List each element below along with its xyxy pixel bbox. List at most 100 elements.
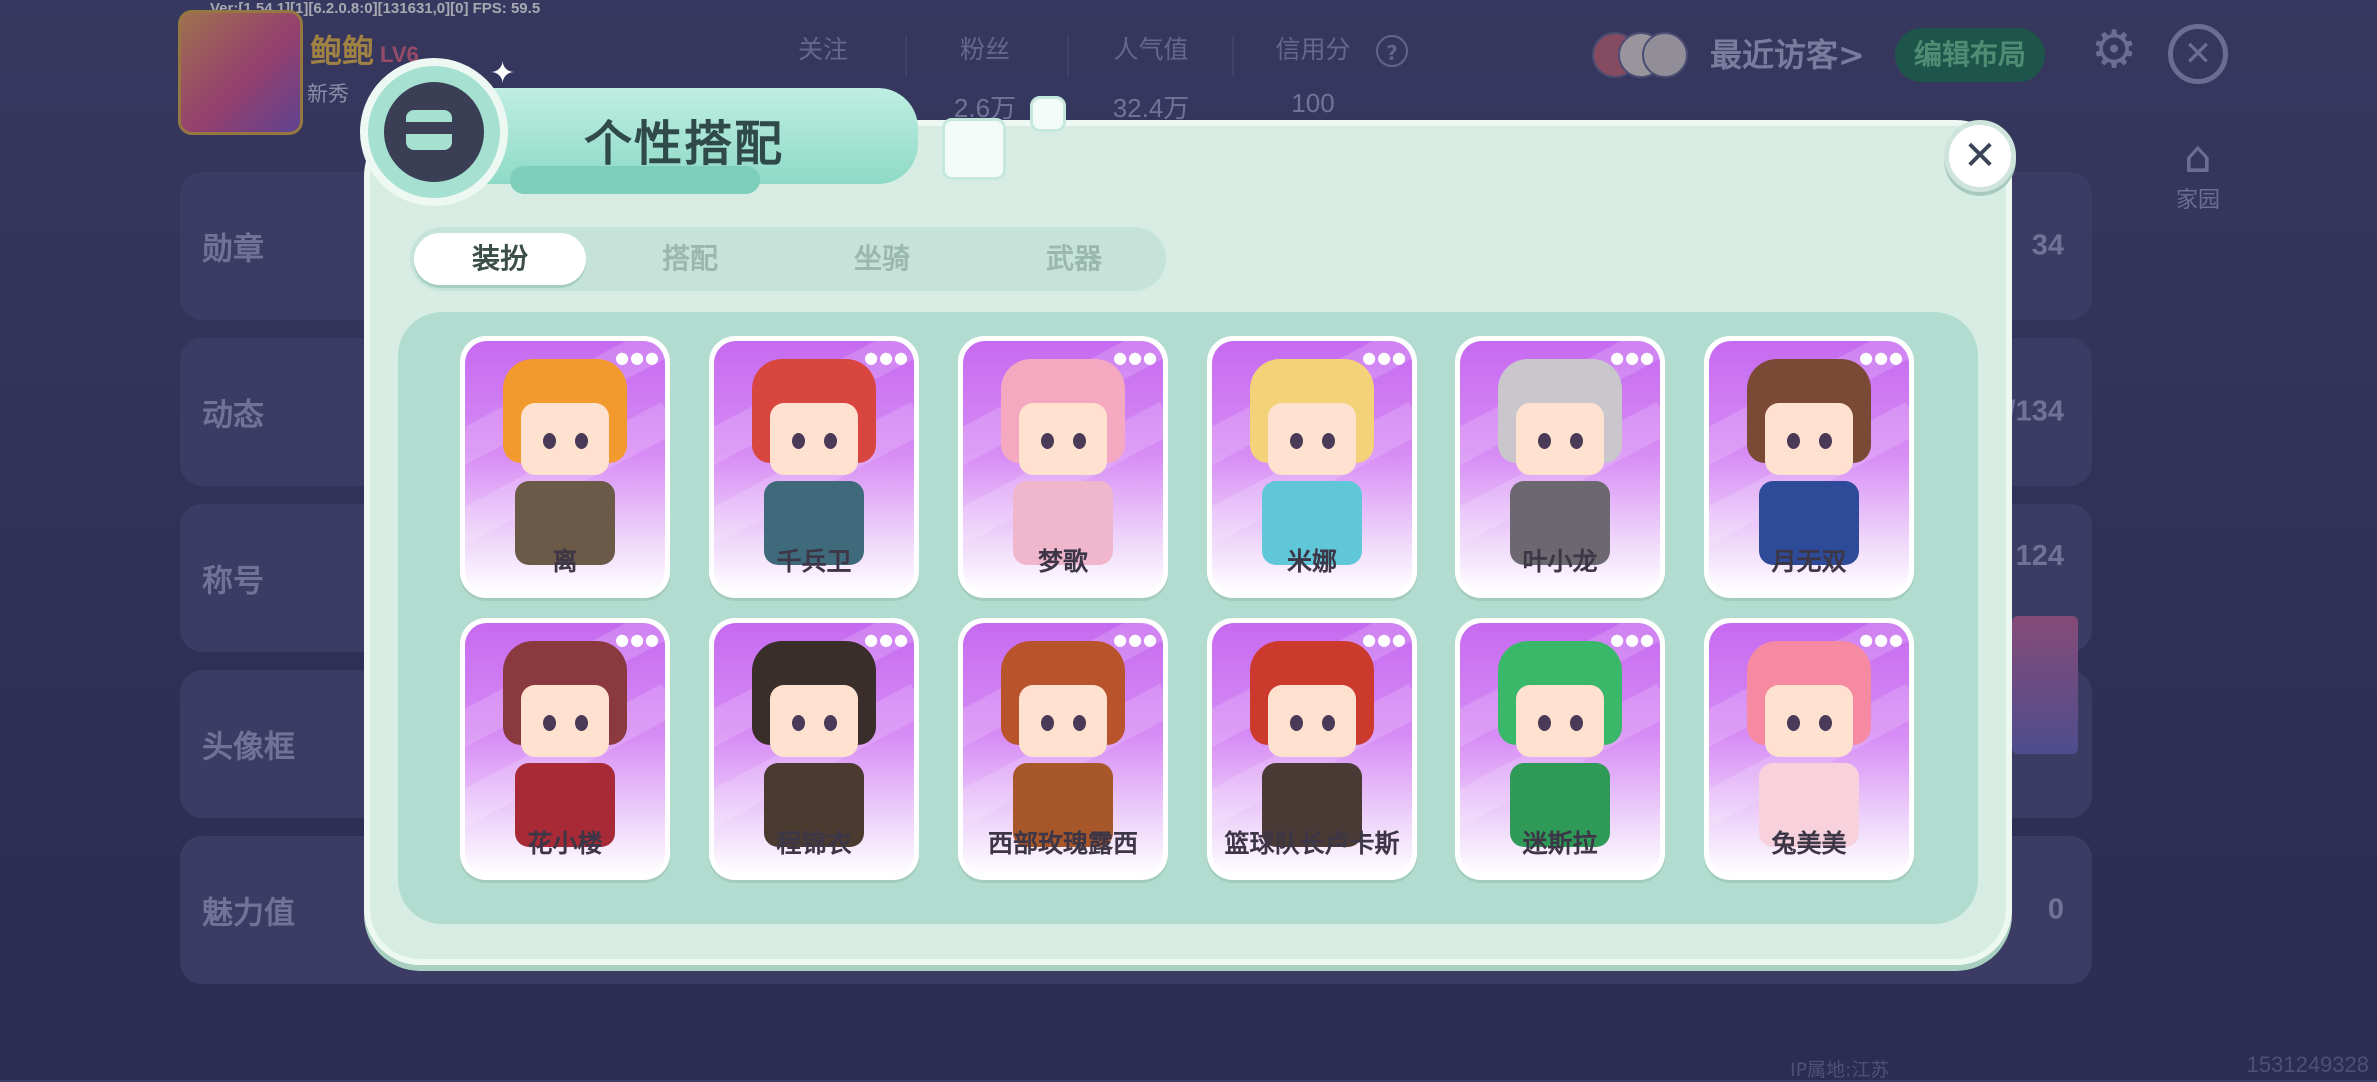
character-name: 月无双 bbox=[1771, 547, 1847, 576]
character-face bbox=[1516, 403, 1604, 475]
character-eye bbox=[1290, 433, 1303, 449]
row-label: 称号 bbox=[202, 563, 264, 600]
character-card[interactable]: ●●● 迷斯拉 bbox=[1455, 618, 1665, 880]
character-name: 兔美美 bbox=[1771, 829, 1847, 858]
row-value: /134 bbox=[2007, 395, 2064, 428]
tab-mount[interactable]: 坐骑 bbox=[796, 233, 968, 285]
stat-label: 人气值 bbox=[1113, 35, 1189, 64]
gear-icon[interactable]: ⚙ bbox=[2086, 22, 2142, 78]
stat-label: 关注 bbox=[797, 35, 848, 64]
stat-popularity[interactable]: 人气值 32.4万 bbox=[1076, 30, 1226, 125]
character-eye bbox=[1787, 715, 1800, 731]
avatar[interactable] bbox=[178, 10, 303, 135]
modal-close-button[interactable]: ✕ bbox=[1944, 120, 2016, 192]
decorative-square bbox=[1030, 96, 1066, 132]
character-eye bbox=[792, 715, 805, 731]
more-options-icon[interactable]: ●●● bbox=[1362, 348, 1407, 367]
character-card[interactable]: ●●● 程锦衣 bbox=[709, 618, 919, 880]
avatar-frame-thumbnail bbox=[2012, 616, 2078, 754]
user-id: 1531249328 bbox=[2246, 1052, 2369, 1077]
character-name: 梦歌 bbox=[1037, 547, 1088, 576]
visitor-avatars[interactable] bbox=[1592, 32, 1688, 78]
character-card[interactable]: ●●● 兔美美 bbox=[1704, 618, 1914, 880]
character-eye bbox=[1290, 715, 1303, 731]
stat-label: 信用分 bbox=[1275, 35, 1351, 64]
character-face bbox=[1019, 685, 1107, 757]
more-options-icon[interactable]: ●●● bbox=[1610, 630, 1655, 649]
divider bbox=[905, 36, 907, 76]
character-name: 叶小龙 bbox=[1522, 547, 1598, 576]
character-card[interactable]: ●●● 篮球队长卢卡斯 bbox=[1207, 618, 1417, 880]
more-options-icon[interactable]: ●●● bbox=[1362, 630, 1407, 649]
ninja-face-icon bbox=[360, 58, 508, 206]
character-face bbox=[521, 403, 609, 475]
character-card[interactable]: ●●● 花小楼 bbox=[460, 618, 670, 880]
character-eye bbox=[792, 433, 805, 449]
more-options-icon[interactable]: ●●● bbox=[1610, 348, 1655, 367]
row-label: 魅力值 bbox=[202, 895, 295, 932]
character-face bbox=[770, 685, 858, 757]
newbie-label: 新秀 bbox=[307, 82, 349, 106]
character-card[interactable]: ●●● 月无双 bbox=[1704, 336, 1914, 598]
more-options-icon[interactable]: ●●● bbox=[1113, 630, 1158, 649]
character-eye bbox=[1322, 715, 1335, 731]
character-eye bbox=[1819, 715, 1832, 731]
character-eye bbox=[575, 433, 588, 449]
more-options-icon[interactable]: ●●● bbox=[1113, 348, 1158, 367]
character-eye bbox=[543, 715, 556, 731]
character-eye bbox=[1570, 433, 1583, 449]
character-eye bbox=[1787, 433, 1800, 449]
more-options-icon[interactable]: ●●● bbox=[864, 348, 909, 367]
character-eye bbox=[1819, 433, 1832, 449]
character-face bbox=[1765, 403, 1853, 475]
decorative-square bbox=[942, 118, 1006, 180]
tab-outfit[interactable]: 搭配 bbox=[604, 233, 776, 285]
home-button[interactable]: ⌂ 家园 bbox=[2165, 134, 2231, 214]
character-eye bbox=[824, 715, 837, 731]
character-name: 篮球队长卢卡斯 bbox=[1224, 829, 1400, 858]
row-label: 勋章 bbox=[202, 231, 264, 268]
more-options-icon[interactable]: ●●● bbox=[615, 630, 660, 649]
close-icon[interactable]: ✕ bbox=[2168, 24, 2228, 84]
stat-value: 100 bbox=[1291, 88, 1335, 118]
character-face bbox=[1268, 403, 1356, 475]
ip-location: IP属地:江苏 bbox=[1790, 1059, 1890, 1081]
more-options-icon[interactable]: ●●● bbox=[1859, 630, 1904, 649]
more-options-icon[interactable]: ●●● bbox=[1859, 348, 1904, 367]
row-value: 124 bbox=[2015, 540, 2064, 572]
character-name: 程锦衣 bbox=[776, 829, 852, 858]
character-face bbox=[1765, 685, 1853, 757]
character-card[interactable]: ●●● 梦歌 bbox=[958, 336, 1168, 598]
character-face bbox=[521, 685, 609, 757]
character-name: 千兵卫 bbox=[776, 547, 852, 576]
help-icon[interactable]: ? bbox=[1376, 35, 1408, 67]
more-options-icon[interactable]: ●●● bbox=[864, 630, 909, 649]
row-value: 0 bbox=[2047, 893, 2064, 926]
stat-credit[interactable]: 信用分 100 bbox=[1238, 30, 1388, 119]
character-name: 迷斯拉 bbox=[1522, 829, 1598, 858]
tab-costume[interactable]: 装扮 bbox=[414, 233, 586, 285]
category-tabs: 装扮 搭配 坐骑 武器 bbox=[410, 227, 1166, 291]
character-card[interactable]: ●●● 叶小龙 bbox=[1455, 336, 1665, 598]
edit-layout-button[interactable]: 编辑布局 bbox=[1895, 28, 2045, 82]
character-name: 离 bbox=[552, 547, 578, 576]
row-value: 34 bbox=[2031, 229, 2064, 262]
character-card[interactable]: ●●● 西部玫瑰露西 bbox=[958, 618, 1168, 880]
character-face bbox=[1019, 403, 1107, 475]
tab-weapon[interactable]: 武器 bbox=[988, 233, 1160, 285]
more-options-icon[interactable]: ●●● bbox=[615, 348, 660, 367]
recent-visitors-link[interactable]: 最近访客> bbox=[1710, 30, 1865, 76]
character-card[interactable]: ●●● 千兵卫 bbox=[709, 336, 919, 598]
character-card[interactable]: ●●● 米娜 bbox=[1207, 336, 1417, 598]
character-eye bbox=[543, 433, 556, 449]
character-eye bbox=[1570, 715, 1583, 731]
home-icon: ⌂ bbox=[2184, 132, 2212, 183]
sparkle-icon: ✦ bbox=[490, 56, 516, 91]
stat-follow[interactable]: 关注 bbox=[748, 30, 898, 88]
character-eye bbox=[1073, 433, 1086, 449]
character-eye bbox=[575, 715, 588, 731]
character-card[interactable]: ●●● 离 bbox=[460, 336, 670, 598]
character-name: 米娜 bbox=[1286, 547, 1337, 576]
character-eye bbox=[1041, 433, 1054, 449]
home-label: 家园 bbox=[2175, 188, 2220, 213]
